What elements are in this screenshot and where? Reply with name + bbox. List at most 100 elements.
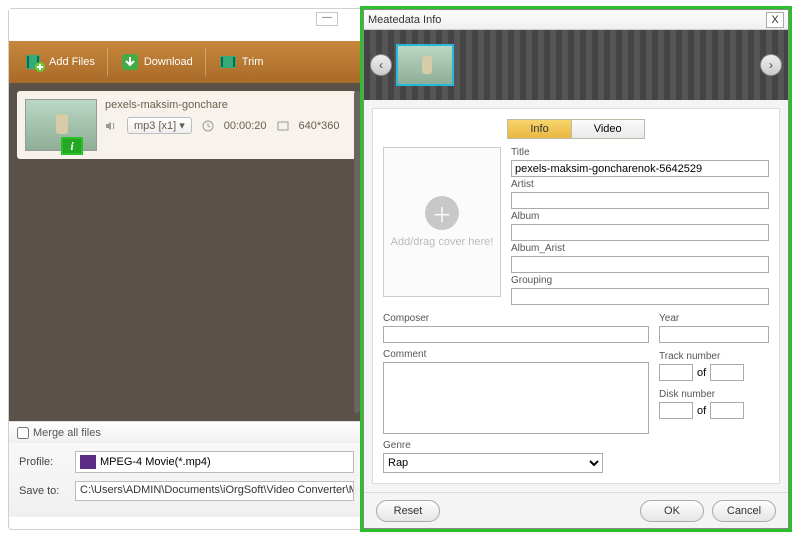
clock-icon [202, 120, 214, 132]
profile-label: Profile: [19, 456, 67, 468]
cancel-button[interactable]: Cancel [712, 500, 776, 522]
dialog-titlebar[interactable]: Meatedata Info X [364, 10, 788, 30]
file-list-area: i pexels-maksim-gonchare mp3 [x1] ▾ 00:0… [9, 83, 364, 421]
reset-label: Reset [394, 505, 423, 517]
speaker-icon [105, 120, 117, 132]
info-icon: i [70, 139, 73, 154]
add-cover-icon: ＋ [425, 196, 459, 230]
cover-dropzone[interactable]: ＋ Add/drag cover here! [383, 147, 501, 297]
chevron-down-icon: ▾ [179, 119, 185, 132]
title-label: Title [511, 147, 769, 158]
composer-label: Composer [383, 313, 649, 324]
track-a-input[interactable] [659, 364, 693, 381]
profile-value: MPEG-4 Movie(*.mp4) [100, 456, 211, 468]
year-label: Year [659, 313, 769, 324]
merge-label: Merge all files [33, 427, 101, 439]
close-button[interactable]: X [766, 12, 784, 28]
album-artist-input[interactable] [511, 256, 769, 273]
track-pair: of [659, 364, 769, 381]
resolution-value: 640*360 [299, 120, 340, 132]
trim-button[interactable]: Trim [208, 48, 274, 76]
download-button[interactable]: Download [110, 48, 203, 76]
ok-label: OK [664, 505, 680, 517]
grouping-label: Grouping [511, 275, 769, 286]
file-meta: pexels-maksim-gonchare mp3 [x1] ▾ 00:00:… [105, 99, 348, 151]
trim-icon [218, 52, 238, 72]
saveto-path[interactable]: C:\Users\ADMIN\Documents\iOrgSoft\Video … [75, 481, 354, 501]
profile-selector[interactable]: MPEG-4 Movie(*.mp4) [75, 451, 354, 473]
saveto-value: C:\Users\ADMIN\Documents\iOrgSoft\Video … [80, 484, 354, 496]
artist-label: Artist [511, 179, 769, 190]
lower-right: Year Track number of Disk number of [659, 313, 769, 473]
disk-a-input[interactable] [659, 402, 693, 419]
add-files-label: Add Files [49, 56, 95, 68]
strip-prev-button[interactable]: ‹ [370, 54, 392, 76]
main-toolbar: Add Files Download Trim [9, 41, 364, 83]
artist-input[interactable] [511, 192, 769, 209]
trim-label: Trim [242, 56, 264, 68]
download-icon [120, 52, 140, 72]
title-input[interactable] [511, 160, 769, 177]
mp4-icon [80, 455, 96, 469]
year-input[interactable] [659, 326, 769, 343]
film-add-icon [25, 52, 45, 72]
disk-of-label: of [697, 405, 706, 417]
album-input[interactable] [511, 224, 769, 241]
dialog-footer: Reset OK Cancel [364, 492, 788, 528]
reset-button[interactable]: Reset [376, 500, 440, 522]
dialog-title: Meatedata Info [368, 14, 766, 26]
tab-info[interactable]: Info [507, 119, 571, 139]
genre-select[interactable]: Rap [383, 453, 603, 473]
strip-thumbnail[interactable] [396, 44, 454, 86]
format-value: mp3 [x1] [134, 120, 176, 132]
comment-input[interactable] [383, 362, 649, 434]
grouping-input[interactable] [511, 288, 769, 305]
main-window: — Add Files Download Trim i [8, 8, 365, 530]
bottom-panel: Profile: MPEG-4 Movie(*.mp4) Save to: C:… [9, 443, 364, 517]
comment-label: Comment [383, 349, 649, 360]
disk-pair: of [659, 402, 769, 419]
dialog-highlight: Meatedata Info X ‹ › Info Video ＋ Add/dr… [360, 6, 792, 532]
tab-info-label: Info [530, 123, 548, 135]
toolbar-separator [107, 48, 108, 76]
cover-placeholder-text: Add/drag cover here! [391, 236, 494, 248]
upper-form: ＋ Add/drag cover here! Title Artist Albu… [383, 147, 769, 305]
lower-left: Composer Comment Genre Rap [383, 313, 649, 473]
track-label: Track number [659, 351, 769, 362]
disk-label: Disk number [659, 389, 769, 400]
genre-label: Genre [383, 440, 649, 451]
window-header: — [9, 9, 364, 41]
merge-checkbox[interactable] [17, 427, 29, 439]
file-title: pexels-maksim-gonchare [105, 99, 348, 111]
album-artist-label: Album_Arist [511, 243, 769, 254]
lower-form: Composer Comment Genre Rap Year Track nu… [383, 313, 769, 473]
tab-video[interactable]: Video [572, 119, 645, 139]
track-b-input[interactable] [710, 364, 744, 381]
format-selector[interactable]: mp3 [x1] ▾ [127, 117, 192, 134]
dialog-body: Info Video ＋ Add/drag cover here! Title … [372, 108, 780, 484]
file-details-row: mp3 [x1] ▾ 00:00:20 640*360 [105, 117, 348, 134]
resolution-icon [277, 120, 289, 132]
cancel-label: Cancel [727, 505, 761, 517]
add-files-button[interactable]: Add Files [15, 48, 105, 76]
tab-video-label: Video [594, 123, 622, 135]
album-label: Album [511, 211, 769, 222]
toolbar-separator [205, 48, 206, 76]
minimize-button[interactable]: — [316, 12, 338, 26]
composer-input[interactable] [383, 326, 649, 343]
ok-button[interactable]: OK [640, 500, 704, 522]
info-button[interactable]: i [61, 137, 83, 155]
disk-b-input[interactable] [710, 402, 744, 419]
saveto-row: Save to: C:\Users\ADMIN\Documents\iOrgSo… [19, 481, 354, 501]
merge-row: Merge all files [9, 421, 364, 443]
saveto-label: Save to: [19, 485, 67, 497]
tabs-row: Info Video [383, 119, 769, 139]
profile-row: Profile: MPEG-4 Movie(*.mp4) [19, 451, 354, 473]
thumbnail-strip: ‹ › [364, 30, 788, 100]
metadata-dialog: Meatedata Info X ‹ › Info Video ＋ Add/dr… [363, 9, 789, 529]
primary-fields: Title Artist Album Album_Arist Grouping [511, 147, 769, 305]
download-label: Download [144, 56, 193, 68]
thumbnail-wrap: i [25, 99, 97, 151]
file-item[interactable]: i pexels-maksim-gonchare mp3 [x1] ▾ 00:0… [17, 91, 356, 159]
strip-next-button[interactable]: › [760, 54, 782, 76]
